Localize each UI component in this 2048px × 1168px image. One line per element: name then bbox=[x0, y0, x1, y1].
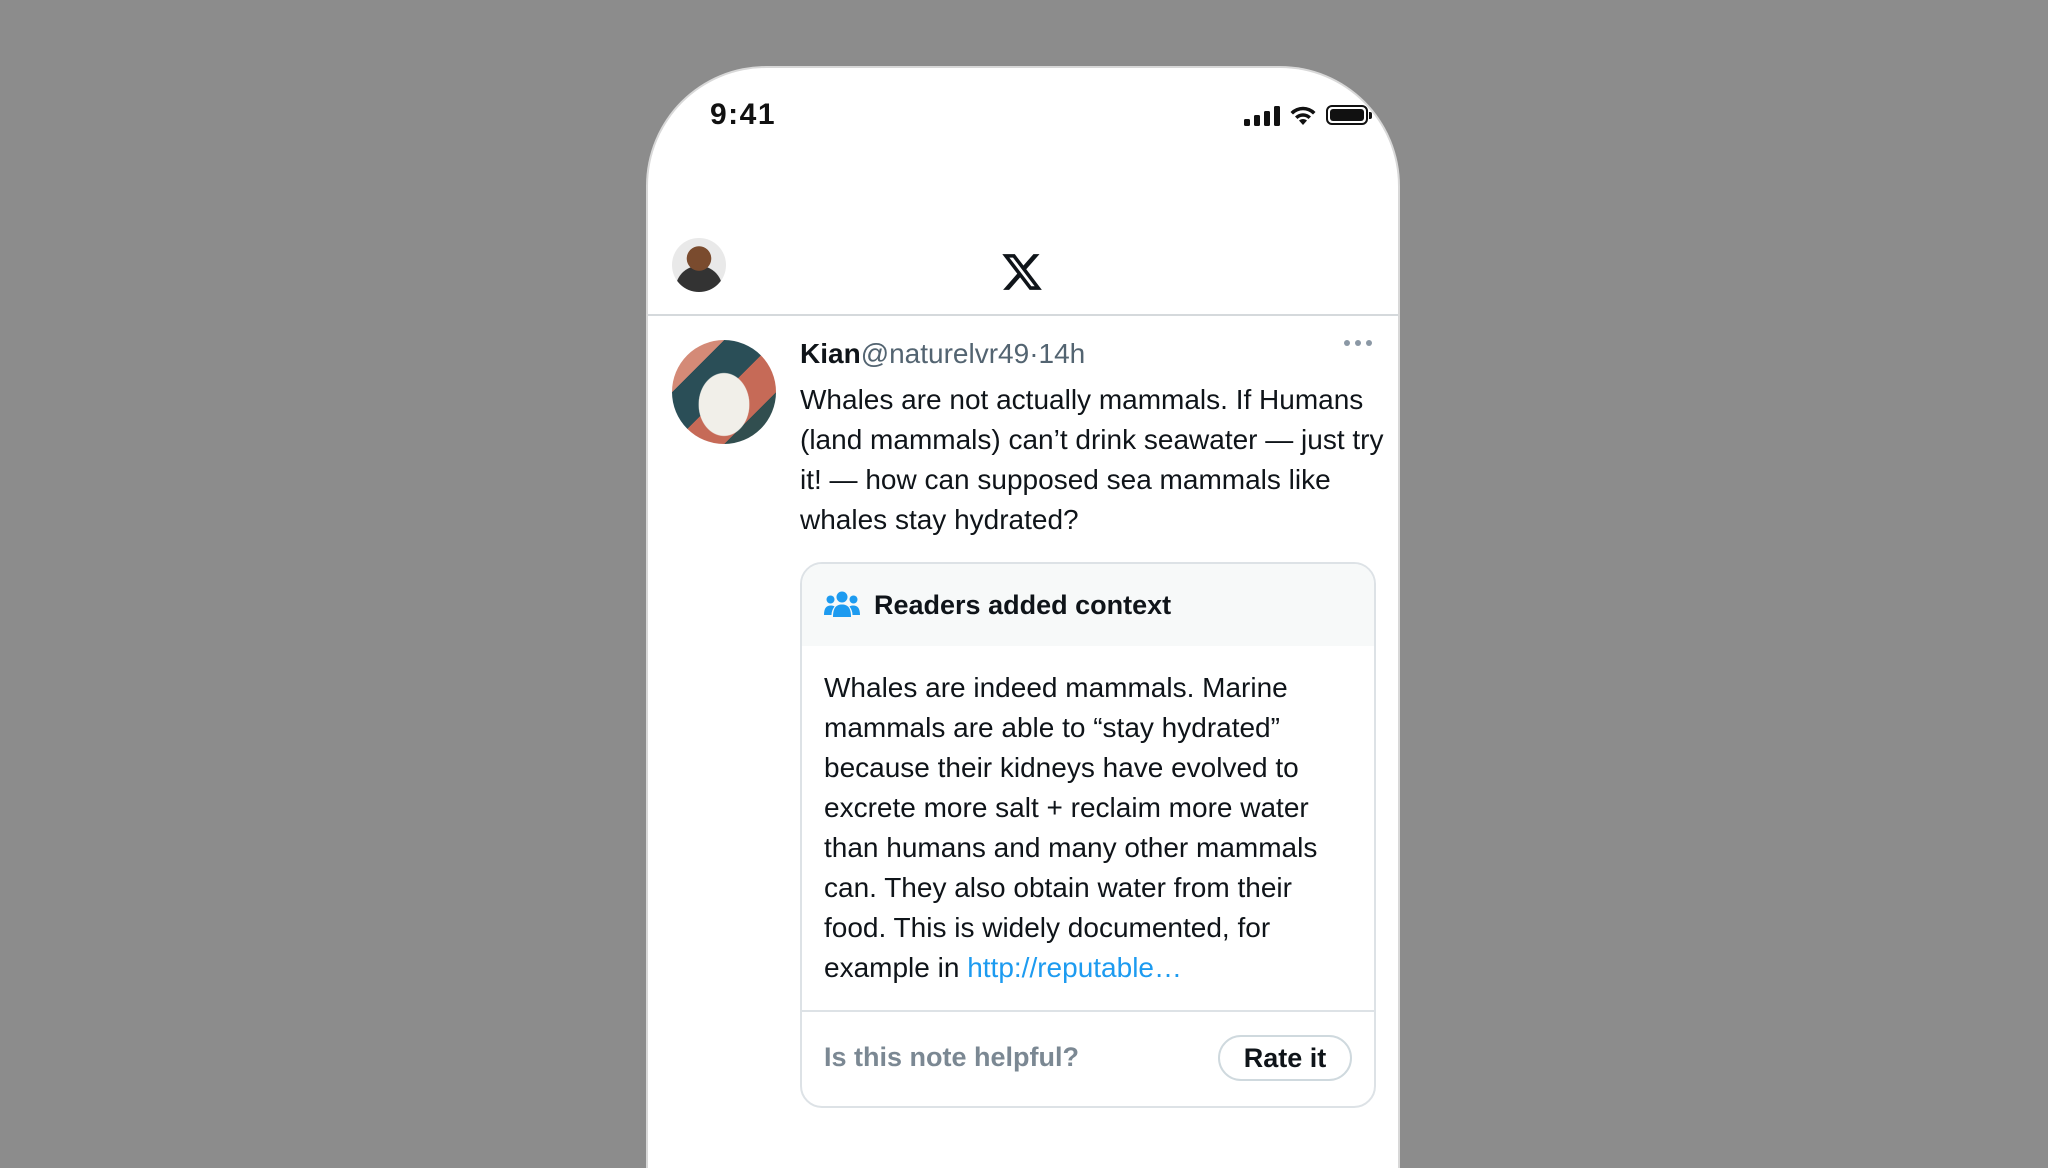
profile-avatar[interactable] bbox=[672, 238, 726, 292]
note-header: Readers added context bbox=[802, 564, 1374, 646]
x-logo-icon[interactable] bbox=[1000, 250, 1044, 294]
note-text: Whales are indeed mammals. Marine mammal… bbox=[802, 646, 1374, 1010]
author-name[interactable]: Kian bbox=[800, 338, 861, 369]
tweet-meta: Kian@naturelvr49·14h bbox=[800, 334, 1384, 374]
tweet-age[interactable]: 14h bbox=[1039, 338, 1086, 369]
meta-separator: · bbox=[1029, 338, 1039, 369]
author-handle[interactable]: @naturelvr49 bbox=[861, 338, 1030, 369]
note-body: Whales are indeed mammals. Marine mammal… bbox=[824, 672, 1318, 983]
nav-header bbox=[648, 168, 1398, 316]
wifi-icon bbox=[1290, 106, 1316, 125]
status-time: 9:41 bbox=[710, 98, 777, 131]
helpful-question: Is this note helpful? bbox=[824, 1042, 1079, 1072]
author-avatar[interactable] bbox=[672, 340, 776, 444]
note-link[interactable]: http://reputable… bbox=[967, 952, 1182, 983]
status-bar: 9:41 bbox=[648, 68, 1398, 168]
note-footer: Is this note helpful? Rate it bbox=[802, 1010, 1374, 1106]
phone-screen: 9:41 Kian@naturelvr49·14h Whales are not bbox=[648, 68, 1398, 1168]
status-icons bbox=[1244, 104, 1372, 126]
signal-icon bbox=[1244, 104, 1280, 126]
rate-it-button[interactable]: Rate it bbox=[1218, 1035, 1352, 1081]
note-title: Readers added context bbox=[874, 589, 1172, 620]
tweet-text: Whales are not actually mammals. If Huma… bbox=[800, 384, 1384, 535]
people-icon bbox=[824, 591, 860, 617]
tweet-body: Kian@naturelvr49·14h Whales are not actu… bbox=[800, 334, 1384, 1108]
battery-icon bbox=[1326, 105, 1372, 125]
community-note: Readers added context Whales are indeed … bbox=[800, 562, 1376, 1108]
